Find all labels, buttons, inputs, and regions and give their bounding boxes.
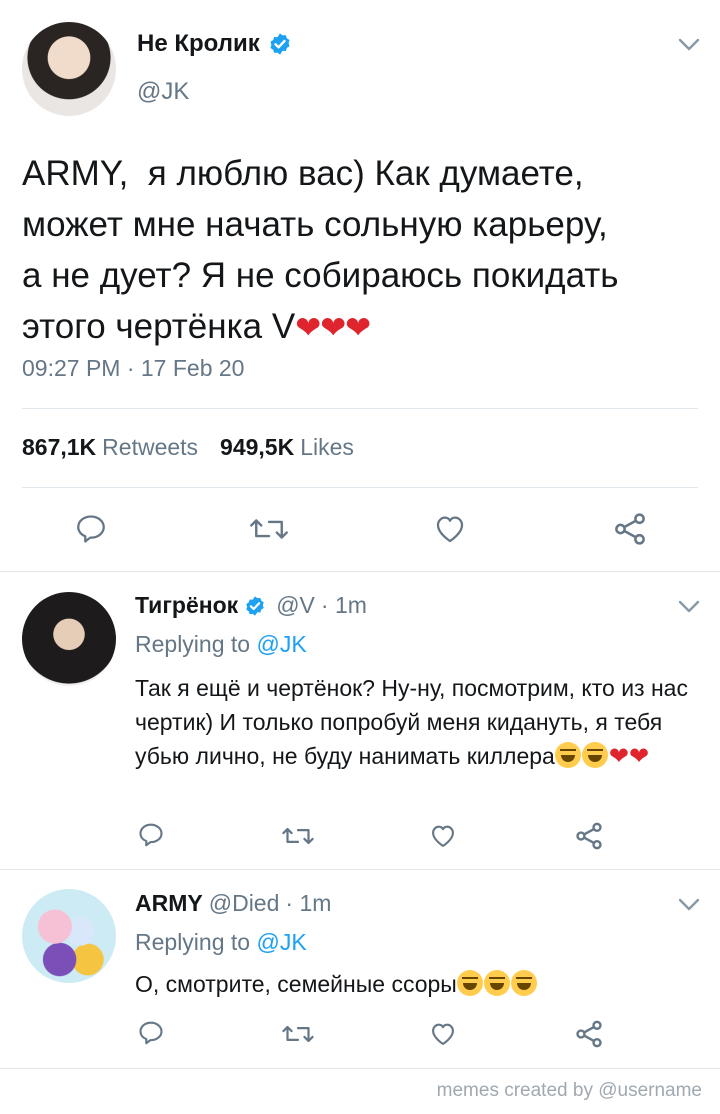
- reply-header: Тигрёнок @V · 1m: [135, 592, 367, 619]
- reply-time[interactable]: · 1m: [321, 592, 367, 619]
- heart-emoji: ❤❤: [608, 743, 650, 770]
- laughing-emoji: [483, 970, 510, 996]
- divider: [22, 408, 698, 409]
- retweet-count[interactable]: 867,1K: [22, 434, 96, 461]
- laughing-emoji: [581, 742, 608, 768]
- laughing-emoji: [554, 742, 581, 768]
- reply-author-handle[interactable]: @Died: [209, 890, 280, 917]
- author-name[interactable]: Не Кролик: [137, 30, 260, 58]
- avatar[interactable]: [22, 889, 116, 983]
- share-icon[interactable]: [573, 820, 605, 852]
- main-tweet: Не Кролик @JK ARMY, я люблю вас) Как дум…: [0, 0, 720, 571]
- laughing-emoji: [510, 970, 537, 996]
- replying-to-prefix: Replying to: [135, 929, 251, 955]
- verified-icon: [246, 595, 264, 616]
- reply-text: Так я ещё и чертёнок? Ну-ну, посмотрим, …: [135, 671, 695, 774]
- chevron-down-icon[interactable]: [678, 600, 700, 614]
- laughing-emoji: [456, 970, 483, 996]
- divider: [22, 487, 698, 488]
- tweet-text: ARMY, я люблю вас) Как думаете, может мн…: [22, 148, 712, 353]
- retweet-label[interactable]: Retweets: [102, 434, 198, 461]
- avatar[interactable]: [22, 592, 116, 686]
- tweet-timestamp[interactable]: 09:27 PM · 17 Feb 20: [22, 355, 244, 382]
- share-icon[interactable]: [611, 510, 649, 548]
- replying-to-mention[interactable]: @JK: [256, 631, 306, 657]
- avatar[interactable]: [22, 22, 116, 116]
- reply-text-body: О, смотрите, семейные ссоры: [135, 971, 457, 997]
- author-handle[interactable]: @JK: [137, 78, 189, 106]
- reply-author-handle[interactable]: @V: [276, 592, 315, 619]
- reply-author-name[interactable]: ARMY: [135, 890, 203, 917]
- replying-to: Replying to @JK: [135, 929, 307, 956]
- like-label[interactable]: Likes: [300, 434, 354, 461]
- chevron-down-icon[interactable]: [678, 38, 700, 52]
- reply-author-name[interactable]: Тигрёнок: [135, 592, 238, 619]
- divider: [0, 1068, 720, 1069]
- chevron-down-icon[interactable]: [678, 898, 700, 912]
- reply-tweet: Тигрёнок @V · 1m Replying to @JK Так я е…: [0, 572, 720, 868]
- reply-header: ARMY @Died · 1m: [135, 890, 331, 917]
- like-count[interactable]: 949,5K: [220, 434, 294, 461]
- retweet-icon[interactable]: [280, 1020, 316, 1048]
- retweet-icon[interactable]: [247, 512, 291, 546]
- like-icon[interactable]: [432, 512, 468, 546]
- replying-to: Replying to @JK: [135, 631, 307, 658]
- verified-icon: [270, 33, 290, 55]
- like-icon[interactable]: [428, 822, 458, 850]
- replying-to-mention[interactable]: @JK: [256, 929, 306, 955]
- author-row: Не Кролик: [137, 30, 292, 58]
- reply-icon[interactable]: [74, 512, 108, 546]
- tweet-stats: 867,1K Retweets 949,5K Likes: [22, 434, 370, 461]
- like-icon[interactable]: [428, 1020, 458, 1048]
- reply-time[interactable]: · 1m: [285, 890, 331, 917]
- replying-to-prefix: Replying to: [135, 631, 251, 657]
- reply-icon[interactable]: [137, 1019, 165, 1047]
- reply-text: О, смотрите, семейные ссоры: [135, 967, 695, 1001]
- share-icon[interactable]: [573, 1018, 605, 1050]
- reply-tweet: ARMY @Died · 1m Replying to @JK О, смотр…: [0, 870, 720, 1068]
- retweet-icon[interactable]: [280, 822, 316, 850]
- reply-icon[interactable]: [137, 821, 165, 849]
- heart-emoji: ❤❤❤: [295, 310, 371, 345]
- watermark-text: memes created by @username: [436, 1080, 702, 1101]
